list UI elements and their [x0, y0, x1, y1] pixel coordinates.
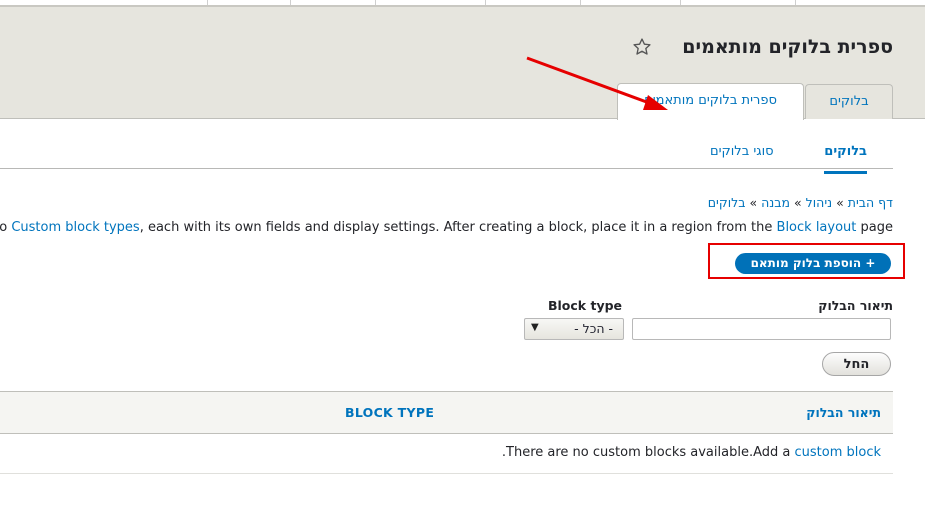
subtab-blocks[interactable]: בלוקים — [824, 144, 867, 174]
description-middle: , each with its own fields and display s… — [139, 220, 777, 235]
breadcrumb: דף הבית»ניהול»מבנה»בלוקים — [708, 195, 893, 210]
admin-toolbar — [0, 0, 925, 7]
empty-message-text: .There are no custom blocks available.Ad… — [501, 445, 795, 460]
description-prefix: o — [0, 220, 12, 235]
highlight-box — [708, 243, 905, 279]
block-layout-link[interactable]: Block layout — [777, 220, 857, 235]
star-icon[interactable] — [632, 37, 652, 57]
apply-filter-button[interactable]: החל — [822, 352, 891, 376]
block-type-selected-value: - הכל - — [574, 321, 613, 336]
tab-custom-block-library[interactable]: ספרית בלוקים מותאמים — [617, 83, 804, 120]
table-header: תיאור הבלוק BLOCK TYPE — [0, 391, 893, 434]
breadcrumb-separator: » — [749, 195, 758, 210]
column-header-block-type[interactable]: BLOCK TYPE — [345, 405, 434, 420]
empty-message: .There are no custom blocks available.Ad… — [502, 445, 881, 460]
breadcrumb-structure[interactable]: מבנה — [761, 195, 790, 210]
breadcrumb-blocks[interactable]: בלוקים — [708, 195, 746, 210]
chevron-down-icon: ▼ — [531, 322, 539, 333]
breadcrumb-separator: » — [836, 195, 844, 210]
subtab-block-types[interactable]: סוגי בלוקים — [710, 144, 774, 159]
breadcrumb-separator: » — [794, 195, 802, 210]
column-header-description[interactable]: תיאור הבלוק — [806, 405, 881, 420]
page-title: ספרית בלוקים מותאמים — [682, 36, 893, 58]
block-type-select[interactable]: - הכל - ▼ — [524, 318, 624, 340]
table-empty-row: .There are no custom blocks available.Ad… — [0, 433, 893, 474]
description-filter-input[interactable] — [632, 318, 891, 340]
description-suffix: page — [856, 220, 893, 235]
description-filter-label: תיאור הבלוק — [818, 298, 893, 313]
breadcrumb-home[interactable]: דף הבית — [848, 195, 893, 210]
page-description: o Custom block types, each with its own … — [0, 220, 893, 235]
breadcrumb-admin[interactable]: ניהול — [806, 195, 832, 210]
block-type-filter-label: Block type — [548, 298, 623, 313]
custom-block-types-link[interactable]: Custom block types — [11, 220, 139, 235]
add-custom-block-link[interactable]: custom block — [795, 445, 882, 460]
tabs-divider — [0, 168, 893, 169]
tab-blocks[interactable]: בלוקים — [805, 84, 893, 119]
